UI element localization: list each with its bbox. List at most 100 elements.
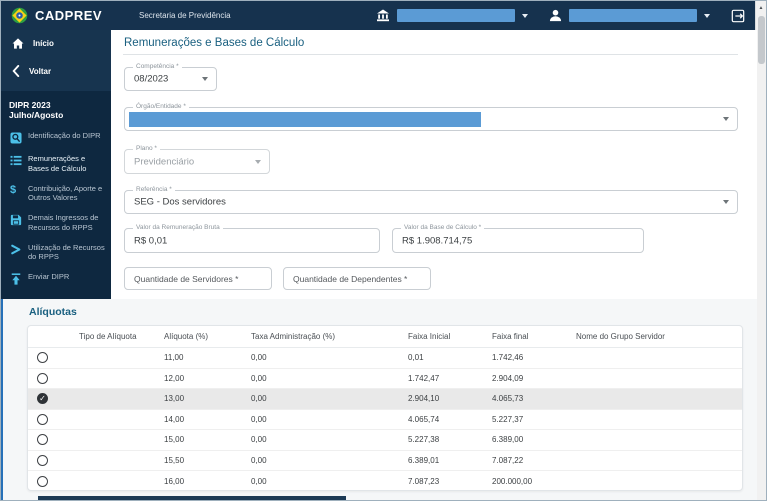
sidebar-item-label: Utilização de Recursos do RPPS <box>28 242 105 262</box>
sidebar-item-label: Início <box>33 39 54 48</box>
radio-cell <box>28 434 73 446</box>
chevron-down-icon[interactable] <box>704 13 710 18</box>
brand-name: CADPREV <box>35 8 103 23</box>
aliquota-cell: 14,00 <box>164 414 185 424</box>
logout-icon[interactable] <box>731 9 745 23</box>
taxa-administracao-cell: 0,00 <box>251 394 267 404</box>
column-header: Alíquota (%) <box>164 332 209 341</box>
aliquotas-table: Tipo de Alíquota Alíquota (%) Taxa Admin… <box>27 325 743 491</box>
faixa-final-cell: 200.000,00 <box>492 476 533 486</box>
aliquota-radio[interactable] <box>37 475 48 487</box>
radio-cell <box>28 475 73 487</box>
cutoff-bottom-element <box>38 496 346 500</box>
referencia-value: SEG - Dos servidores <box>134 196 226 208</box>
radio-cell <box>28 393 73 405</box>
radio-cell <box>28 413 73 425</box>
aliquota-row[interactable]: 15,50 0,00 6.389,01 7.087,22 <box>28 451 742 471</box>
referencia-select[interactable]: Referência * SEG - Dos servidores <box>124 186 738 214</box>
plano-value: Previdenciário <box>134 156 195 167</box>
brazil-coat-of-arms-icon <box>11 7 28 24</box>
orgao-entidade-label: Órgão/Entidade * <box>133 103 189 110</box>
selected-text-highlight <box>129 112 481 127</box>
faixa-final-cell: 7.087,22 <box>492 455 524 465</box>
aliquota-radio[interactable] <box>37 434 48 446</box>
competencia-label: Competência * <box>133 63 182 70</box>
chevron-down-icon <box>202 77 208 81</box>
faixa-final-cell: 6.389,00 <box>492 435 524 445</box>
aliquota-cell: 16,00 <box>164 476 185 486</box>
sidebar-item-voltar[interactable]: Voltar <box>1 57 111 85</box>
competencia-select[interactable]: Competência * 08/2023 <box>124 63 217 91</box>
quantidade-servidores-label: Quantidade de Servidores * <box>134 273 239 284</box>
bank-icon <box>377 9 389 22</box>
sidebar-item-demais-ingressos[interactable]: Demais Ingressos de Recursos do RPPS <box>1 208 111 238</box>
sidebar-item-label: Remunerações e Bases de Cálculo <box>28 154 87 173</box>
aliquota-radio[interactable] <box>37 454 48 466</box>
plano-select: Plano * Previdenciário <box>124 145 270 174</box>
page-title: Remunerações e Bases de Cálculo <box>124 37 305 49</box>
sidebar-item-enviar-dipr[interactable]: Enviar DIPR <box>1 267 111 290</box>
sidebar-dipr-section: DIPR 2023 Julho/Agosto Identificação do … <box>1 91 111 299</box>
app-subtitle: Secretaria de Previdência <box>139 11 231 20</box>
aliquota-radio[interactable] <box>37 393 48 405</box>
brand-home-link[interactable]: CADPREV <box>1 7 129 24</box>
sidebar-item-label: Voltar <box>29 66 52 76</box>
sidebar-item-utilizacao[interactable]: Utilização de Recursos do RPPS <box>1 238 111 268</box>
sidebar-item-contribuicao[interactable]: $ Contribuição, Aporte e Outros Valores <box>1 179 111 209</box>
faixa-inicial-cell: 5.227,38 <box>408 435 440 445</box>
aliquota-row[interactable]: 15,00 0,00 5.227,38 6.389,00 <box>28 430 742 451</box>
plano-label: Plano * <box>133 145 160 152</box>
header-controls <box>376 9 757 23</box>
main-content: Remunerações e Bases de Cálculo Competên… <box>111 30 757 299</box>
user-select[interactable] <box>569 9 697 22</box>
dollar-icon: $ <box>10 183 17 196</box>
aliquota-radio[interactable] <box>37 352 48 364</box>
faixa-final-cell: 1.742,46 <box>492 353 524 363</box>
aliquotas-section: Alíquotas Tipo de Alíquota Alíquota (%) … <box>1 299 757 500</box>
faixa-inicial-cell: 0,01 <box>408 353 424 363</box>
aliquota-radio[interactable] <box>37 372 48 384</box>
faixa-inicial-cell: 2.904,10 <box>408 394 440 404</box>
taxa-administracao-cell: 0,00 <box>251 414 267 424</box>
sidebar: Início Voltar DIPR 2023 Julho/Agosto Ide… <box>1 30 111 299</box>
home-icon <box>12 38 24 49</box>
aliquota-row[interactable]: 11,00 0,00 0,01 1.742,46 <box>28 348 742 369</box>
sidebar-item-inicio[interactable]: Início <box>1 30 111 57</box>
aliquota-row[interactable]: 13,00 0,00 2.904,10 4.065,73 <box>28 389 742 410</box>
valor-base-calculo-input[interactable]: Valor da Base de Cálculo * R$ 1.908.714,… <box>392 224 644 253</box>
column-header: Nome do Grupo Servidor <box>576 332 665 341</box>
radio-cell <box>28 352 73 364</box>
aliquota-cell: 12,00 <box>164 373 185 383</box>
sidebar-item-identificacao-dipr[interactable]: Identificação do DIPR <box>1 126 111 149</box>
quantidade-dependentes-input[interactable]: Quantidade de Dependentes * <box>283 267 431 290</box>
aliquota-cell: 11,00 <box>164 353 184 363</box>
scrollbar-thumb[interactable] <box>758 16 765 64</box>
sidebar-item-remuneracoes[interactable]: Remunerações e Bases de Cálculo <box>1 149 111 179</box>
valor-base-calculo-label: Valor da Base de Cálculo * <box>401 224 485 231</box>
scroll-up-arrow-icon[interactable]: ▲ <box>756 1 766 11</box>
sidebar-item-label: Identificação do DIPR <box>28 131 101 140</box>
aliquotas-table-body: 11,00 0,00 0,01 1.742,46 12,00 0,00 1.74… <box>28 348 742 490</box>
save-icon <box>10 214 22 226</box>
valor-remuneracao-bruta-input[interactable]: Valor da Remuneração Bruta R$ 0,01 <box>124 224 380 253</box>
taxa-administracao-cell: 0,00 <box>251 353 267 363</box>
aliquota-row[interactable]: 12,00 0,00 1.742,47 2.904,09 <box>28 369 742 389</box>
faixa-final-cell: 5.227,37 <box>492 414 524 424</box>
chevron-left-icon <box>12 65 20 77</box>
valor-remuneracao-bruta-value: R$ 0,01 <box>134 235 168 246</box>
chevron-down-icon <box>723 200 729 204</box>
column-header: Faixa Inicial <box>408 332 451 341</box>
aliquota-radio[interactable] <box>37 413 48 425</box>
chevron-down-icon[interactable] <box>522 13 528 18</box>
aliquota-row[interactable]: 16,00 0,00 7.087,23 200.000,00 <box>28 471 742 490</box>
faixa-inicial-cell: 1.742,47 <box>408 373 440 383</box>
quantidade-servidores-input[interactable]: Quantidade de Servidores * <box>124 267 272 290</box>
arrow-right-icon <box>11 244 21 254</box>
column-header: Faixa final <box>492 332 529 341</box>
taxa-administracao-cell: 0,00 <box>251 373 267 383</box>
aliquota-cell: 15,50 <box>164 455 185 465</box>
quantidade-dependentes-label: Quantidade de Dependentes * <box>293 273 408 284</box>
aliquota-row[interactable]: 14,00 0,00 4.065,74 5.227,37 <box>28 410 742 430</box>
orgao-entidade-select[interactable]: Órgão/Entidade * <box>124 103 738 131</box>
entity-select[interactable] <box>397 9 515 22</box>
